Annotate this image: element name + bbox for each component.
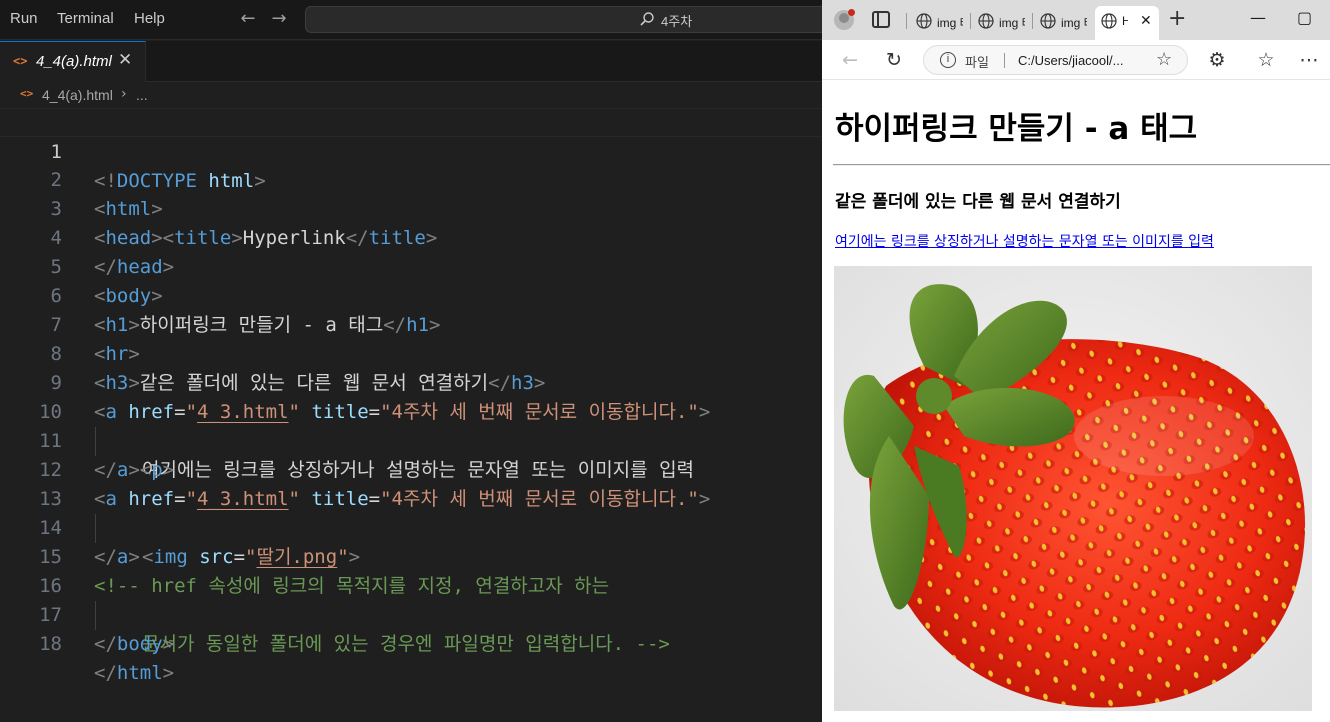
- code-token: body: [116, 633, 163, 655]
- globe-icon: [978, 13, 994, 29]
- code-editor[interactable]: 1 <!DOCTYPE html> 2 <html> 3 <head><titl…: [0, 108, 822, 722]
- browser-tab-active[interactable]: Hyperlink ✕: [1095, 6, 1159, 40]
- code-line[interactable]: 3 <head><title>Hyperlink</title>: [0, 166, 822, 249]
- code-line[interactable]: 13 <img src="딸기.png">: [0, 456, 822, 568]
- minimize-icon[interactable]: —: [1250, 8, 1266, 27]
- browser-tab-bar: img 태그 img 태그 img 태그 Hyperlink ✕ + — ▢: [822, 0, 1330, 40]
- code-line[interactable]: 11 </a><p>: [0, 398, 822, 481]
- page-subheading: 같은 폴더에 있는 다른 웹 문서 연결하기: [835, 192, 1121, 212]
- tab-label: 4_4(a).html: [36, 53, 112, 70]
- browser-tab-label: img 태그: [937, 16, 963, 30]
- code-token: </: [94, 633, 117, 655]
- browser-window: img 태그 img 태그 img 태그 Hyperlink ✕ + — ▢ ←…: [822, 0, 1330, 722]
- code-line[interactable]: 14 </a>: [0, 485, 822, 568]
- menu-help[interactable]: Help: [134, 10, 165, 27]
- tab-actions-icon[interactable]: [872, 11, 890, 28]
- address-bar[interactable]: i 파일 C:/Users/jiacool/... ☆: [923, 45, 1188, 75]
- code-line[interactable]: 1 <!DOCTYPE html>: [0, 108, 822, 192]
- browser-toolbar: ← ↻ i 파일 C:/Users/jiacool/... ☆ ⚙ ☆ ⋯: [822, 40, 1330, 80]
- breadcrumb-file[interactable]: 4_4(a).html: [42, 87, 113, 103]
- tab-separator: [906, 13, 907, 29]
- globe-icon: [1101, 13, 1117, 29]
- address-url[interactable]: C:/Users/jiacool/...: [1018, 53, 1123, 68]
- code-line[interactable]: 16 문서가 동일한 폴더에 있는 경우엔 파일명만 입력합니다. -->: [0, 543, 822, 655]
- command-center-text: 4주차: [661, 14, 693, 29]
- maximize-icon[interactable]: ▢: [1297, 8, 1312, 27]
- code-line[interactable]: 18 </html>: [0, 601, 822, 684]
- code-token: >: [162, 633, 175, 655]
- code-line[interactable]: 4 </head>: [0, 195, 822, 278]
- vscode-window: Run Terminal Help ← → 4주차 <> 4_4(a).html…: [0, 0, 822, 722]
- search-icon: [640, 12, 654, 26]
- notification-dot-icon: [848, 9, 855, 16]
- extensions-icon[interactable]: ⚙: [1205, 48, 1229, 72]
- address-scheme: 파일: [965, 56, 989, 71]
- page-heading: 하이퍼링크 만들기 - a 태그: [835, 111, 1198, 147]
- tab-4-4a-html[interactable]: <> 4_4(a).html ✕: [0, 41, 146, 82]
- browser-tab[interactable]: img 태그: [972, 6, 1030, 36]
- tab-separator: [970, 13, 971, 29]
- code-line[interactable]: 10 여기에는 링크를 상징하거나 설명하는 문자열 또는 이미지를 입력: [0, 369, 822, 481]
- info-icon[interactable]: i: [940, 52, 956, 68]
- browser-tab-label: img 태그: [999, 16, 1025, 30]
- code-line[interactable]: 17 </body>: [0, 572, 822, 655]
- breadcrumb: <> 4_4(a).html › ...: [0, 83, 822, 107]
- browser-tab-label: Hyperlink: [1122, 14, 1128, 28]
- code-token: </: [94, 662, 117, 684]
- code-line[interactable]: 8 <h3>같은 폴더에 있는 다른 웹 문서 연결하기</h3>: [0, 311, 822, 394]
- line-number: 18: [39, 633, 62, 655]
- breadcrumb-more[interactable]: ...: [136, 87, 148, 103]
- tab-separator: [1032, 13, 1033, 29]
- code-line[interactable]: 15 <!-- href 속성에 링크의 목적지를 지정, 연결하고자 하는: [0, 514, 822, 597]
- html-file-icon: <>: [13, 54, 28, 68]
- command-center[interactable]: 4주차: [305, 6, 822, 33]
- horizontal-rule: [833, 164, 1330, 166]
- back-arrow-icon[interactable]: ←: [838, 48, 862, 72]
- favorites-icon[interactable]: ☆: [1254, 48, 1278, 72]
- address-separator: [1004, 53, 1005, 68]
- strawberry-image-link[interactable]: [834, 266, 1312, 711]
- code-token: 문서가 동일한 폴더에 있는 경우엔 파일명만 입력합니다. -->: [142, 633, 670, 655]
- editor-tabs: <> 4_4(a).html ✕: [0, 41, 822, 82]
- forward-arrow-icon[interactable]: →: [268, 9, 290, 29]
- code-line[interactable]: 12 <a href="4_3.html" title="4주차 세 번째 문서…: [0, 427, 822, 510]
- strawberry-image: [834, 266, 1312, 711]
- browser-tab[interactable]: img 태그: [1034, 6, 1092, 36]
- web-page: 하이퍼링크 만들기 - a 태그 같은 폴더에 있는 다른 웹 문서 연결하기 …: [822, 81, 1330, 722]
- code-line[interactable]: 6 <h1>하이퍼링크 만들기 - a 태그</h1>: [0, 253, 822, 336]
- chevron-right-icon: ›: [121, 86, 127, 102]
- back-arrow-icon[interactable]: ←: [237, 9, 259, 29]
- code-line[interactable]: 9 <a href="4_3.html" title="4주차 세 번째 문서로…: [0, 340, 822, 423]
- close-icon[interactable]: ✕: [118, 50, 132, 70]
- new-tab-icon[interactable]: +: [1168, 6, 1186, 31]
- browser-tab[interactable]: img 태그: [910, 6, 968, 36]
- hyperlink-text[interactable]: 여기에는 링크를 상징하거나 설명하는 문자열 또는 이미지를 입력: [835, 231, 1214, 251]
- more-options-icon[interactable]: ⋯: [1297, 48, 1321, 72]
- refresh-icon[interactable]: ↻: [882, 48, 906, 72]
- menu-run[interactable]: Run: [10, 10, 38, 27]
- html-file-icon: <>: [20, 87, 34, 100]
- code-line[interactable]: 7 <hr>: [0, 282, 822, 365]
- globe-icon: [916, 13, 932, 29]
- star-icon[interactable]: ☆: [1156, 49, 1172, 70]
- code-line[interactable]: 2 <html>: [0, 137, 822, 220]
- close-icon[interactable]: ✕: [1140, 12, 1152, 29]
- code-token: html: [116, 662, 163, 684]
- menu-terminal[interactable]: Terminal: [57, 10, 114, 27]
- code-token: >: [162, 662, 175, 684]
- browser-tab-label: img 태그: [1061, 16, 1087, 30]
- globe-icon: [1040, 13, 1056, 29]
- title-bar: Run Terminal Help ← → 4주차: [0, 0, 822, 40]
- code-line[interactable]: 5 <body>: [0, 224, 822, 307]
